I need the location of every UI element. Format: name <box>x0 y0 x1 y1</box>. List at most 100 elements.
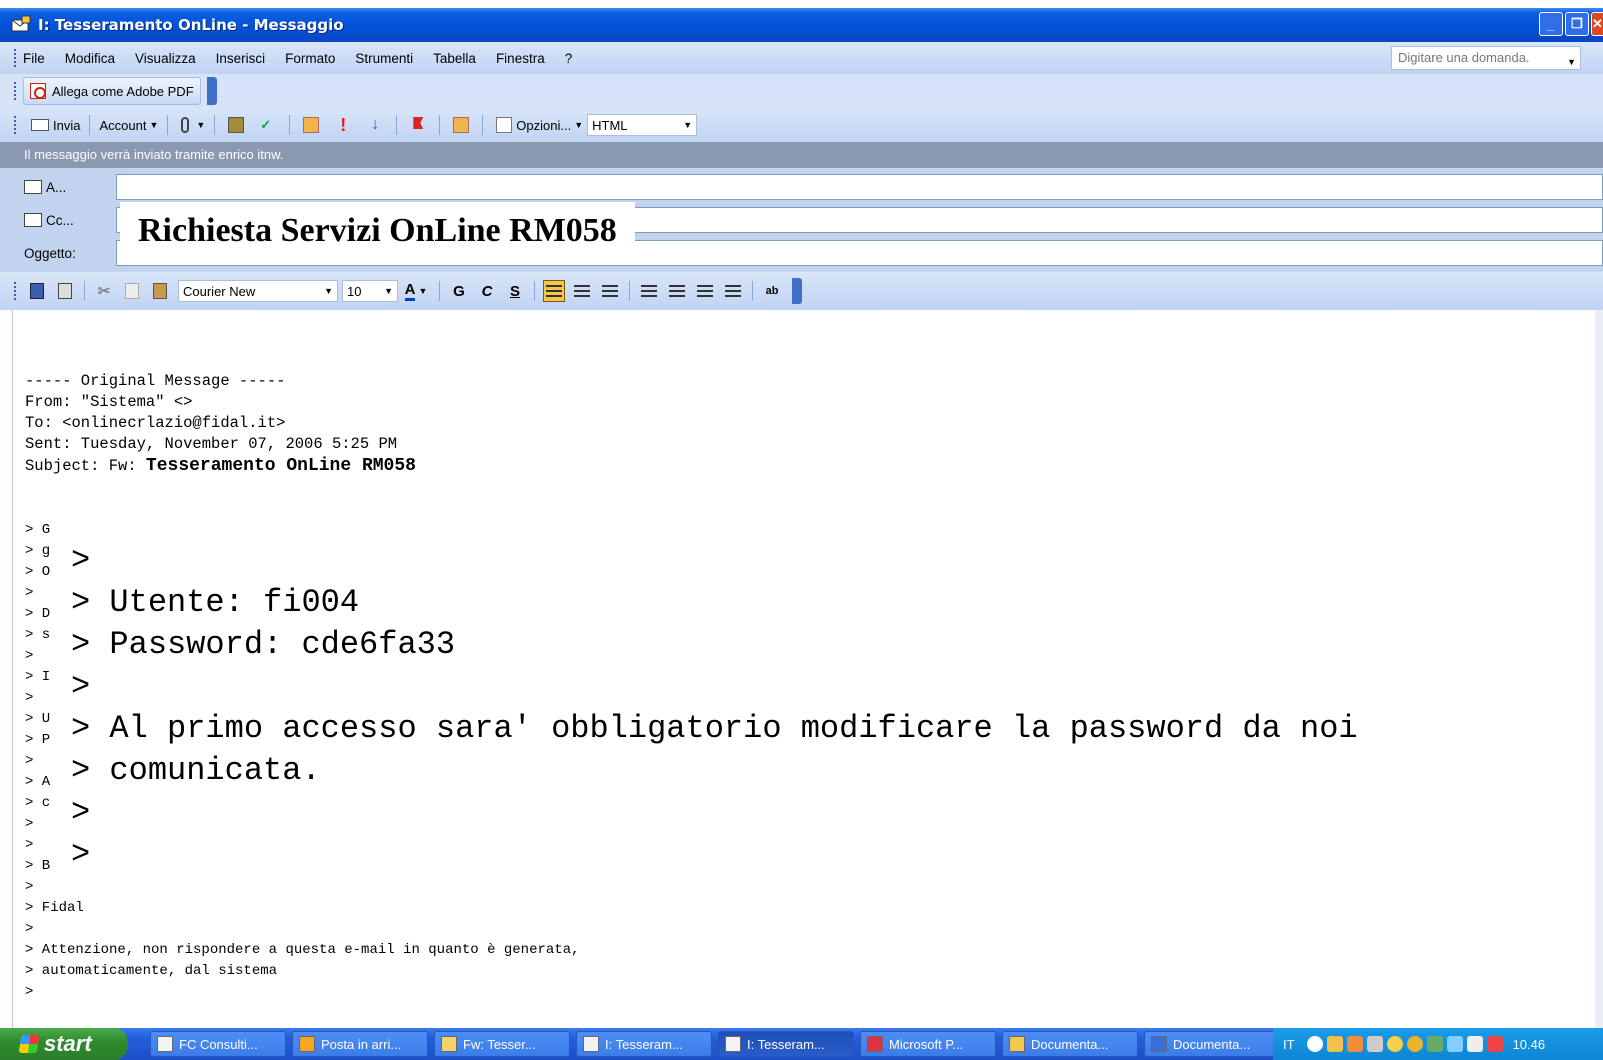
follow-up-flag-button[interactable] <box>402 113 434 137</box>
menu-modifica[interactable]: Modifica <box>65 51 115 66</box>
toolbar-grip[interactable] <box>14 116 17 134</box>
to-row: A... <box>0 170 1603 204</box>
question-placeholder: Digitare una domanda. <box>1398 50 1530 65</box>
chevron-down-icon: ▼ <box>574 120 584 130</box>
taskbar-item[interactable]: Microsoft P... <box>860 1031 996 1057</box>
tray-icon[interactable] <box>1406 1036 1423 1052</box>
tray-icon[interactable] <box>1486 1036 1503 1052</box>
address-book-icon <box>228 117 245 133</box>
italic-button[interactable]: C <box>476 280 498 302</box>
tray-icon[interactable] <box>1366 1036 1383 1052</box>
language-indicator[interactable]: IT <box>1283 1037 1295 1052</box>
send-button[interactable]: Invia <box>23 113 84 137</box>
insert-item-button[interactable] <box>295 113 327 137</box>
decrease-indent-button[interactable] <box>694 280 716 302</box>
save-button[interactable] <box>26 280 48 302</box>
separator <box>482 115 484 135</box>
tray-icon[interactable] <box>1386 1036 1403 1052</box>
show-hidden-icons-icon[interactable] <box>1306 1036 1323 1052</box>
paste-icon <box>153 283 167 299</box>
original-sent: Sent: Tuesday, November 07, 2006 5:25 PM <box>25 435 398 453</box>
powerpoint-icon <box>867 1036 883 1052</box>
attach-pdf-button[interactable]: Allega come Adobe PDF <box>23 77 201 105</box>
restore-button[interactable]: ❐ <box>1565 12 1589 36</box>
start-button[interactable]: start <box>0 1028 128 1060</box>
clock[interactable]: 10.46 <box>1513 1037 1546 1052</box>
toolbar-grip[interactable] <box>14 282 17 300</box>
taskbar-item[interactable]: Posta in arri... <box>292 1031 428 1057</box>
chevron-down-icon: ▼ <box>324 286 333 296</box>
taskbar-item[interactable]: Documenta... <box>1144 1031 1280 1057</box>
address-book-button[interactable] <box>220 113 252 137</box>
increase-indent-button[interactable] <box>722 280 744 302</box>
toolbar-grip[interactable] <box>14 82 17 100</box>
bold-button[interactable]: G <box>448 280 470 302</box>
copy-button[interactable] <box>121 280 143 302</box>
toolbar-grip[interactable] <box>14 49 17 67</box>
toolbar-options-chevron[interactable] <box>792 278 802 304</box>
decrease-indent-icon <box>697 285 713 297</box>
menu-help[interactable]: ? <box>565 51 573 66</box>
options-button[interactable]: Opzioni... ▼ <box>488 113 587 137</box>
tray-icon[interactable] <box>1326 1036 1343 1052</box>
menu-inserisci[interactable]: Inserisci <box>216 51 266 66</box>
network-icon[interactable] <box>1426 1036 1443 1052</box>
font-color-button[interactable]: A ▼ <box>401 280 431 302</box>
check-names-button[interactable]: ✓ <box>252 113 284 137</box>
toolbar-options-chevron[interactable] <box>206 77 217 105</box>
quote-line: > c <box>25 795 51 811</box>
menu-strumenti[interactable]: Strumenti <box>355 51 413 66</box>
numbered-list-button[interactable] <box>638 280 660 302</box>
low-importance-button[interactable]: ↓ <box>359 113 391 137</box>
taskbar-item[interactable]: Documenta... <box>1002 1031 1138 1057</box>
taskbar-item[interactable]: FC Consulti... <box>150 1031 286 1057</box>
cc-button[interactable]: Cc... <box>0 213 116 228</box>
close-button[interactable]: ✕ <box>1591 12 1603 36</box>
big-quote-line: > <box>71 668 91 705</box>
tray-icon[interactable] <box>1346 1036 1363 1052</box>
underline-button[interactable]: S <box>504 280 526 302</box>
question-input[interactable]: Digitare una domanda. ▼ <box>1391 46 1581 70</box>
align-center-icon <box>574 285 590 297</box>
menu-visualizza[interactable]: Visualizza <box>135 51 196 66</box>
cut-button[interactable]: ✂ <box>93 280 115 302</box>
vertical-scrollbar[interactable] <box>1595 310 1603 1028</box>
menu-formato[interactable]: Formato <box>285 51 335 66</box>
taskbar-item-active[interactable]: I: Tesseram... <box>718 1031 854 1057</box>
mail-icon <box>441 1036 457 1052</box>
highlight-button[interactable]: ab <box>761 280 783 302</box>
monitor-icon[interactable] <box>1446 1036 1463 1052</box>
to-field[interactable] <box>116 174 1603 200</box>
to-button[interactable]: A... <box>0 180 116 195</box>
volume-icon[interactable] <box>1466 1036 1483 1052</box>
cropped-text-fragment: ━━━━━━━ ━━━━━ ━ ━━━━━━━━ <box>109 513 669 527</box>
menu-finestra[interactable]: Finestra <box>496 51 545 66</box>
message-body[interactable]: ----- Original Message ----- From: "Sist… <box>12 310 1603 1028</box>
print-button[interactable] <box>54 280 76 302</box>
high-importance-button[interactable]: ! <box>327 113 359 137</box>
original-subject: Subject: Fw: Tesseramento OnLine RM058 <box>25 456 416 476</box>
paste-button[interactable] <box>149 280 171 302</box>
menu-tabella[interactable]: Tabella <box>433 51 476 66</box>
minimize-button[interactable]: _ <box>1539 12 1563 36</box>
bullet-list-icon <box>669 285 685 297</box>
message-format-select[interactable]: HTML ▼ <box>587 114 698 136</box>
taskbar-item[interactable]: Fw: Tesser... <box>434 1031 570 1057</box>
ie-icon <box>157 1036 173 1052</box>
menu-file[interactable]: File <box>23 51 45 66</box>
username-line: > Utente: fi004 <box>71 584 360 621</box>
align-center-button[interactable] <box>571 280 593 302</box>
chevron-down-icon: ▼ <box>196 120 206 130</box>
align-right-button[interactable] <box>599 280 621 302</box>
font-color-icon: A <box>404 281 416 301</box>
bullet-list-button[interactable] <box>666 280 688 302</box>
font-size-select[interactable]: 10 ▼ <box>342 280 398 302</box>
chevron-down-icon[interactable]: ▼ <box>1567 57 1576 67</box>
attach-file-button[interactable]: ▼ <box>173 113 209 137</box>
taskbar-item[interactable]: I: Tesseram... <box>576 1031 712 1057</box>
permission-button[interactable] <box>445 113 477 137</box>
message-icon <box>583 1036 599 1052</box>
align-left-button[interactable] <box>543 280 565 302</box>
account-button[interactable]: Account ▼ <box>95 113 162 137</box>
font-select[interactable]: Courier New ▼ <box>178 280 338 302</box>
